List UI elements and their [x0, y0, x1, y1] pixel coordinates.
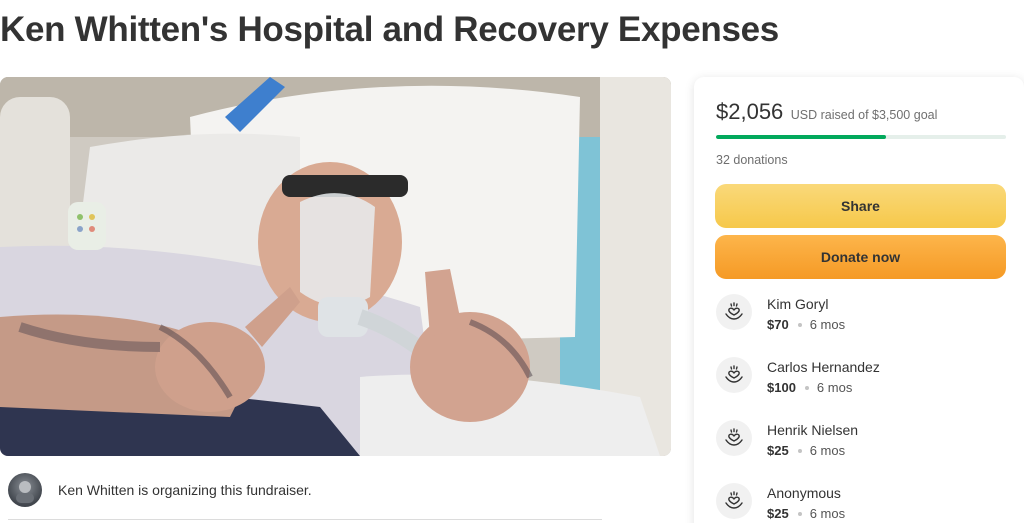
- organizer-row: Ken Whitten is organizing this fundraise…: [8, 472, 668, 508]
- raised-summary: $2,056 USD raised of $3,500 goal: [716, 99, 937, 125]
- separator-dot: [797, 448, 802, 453]
- donor-name: Kim Goryl: [767, 296, 829, 312]
- donor-item: Kim Goryl $70 6 mos: [716, 294, 1006, 338]
- donor-time: 6 mos: [816, 380, 853, 395]
- donor-item: Carlos Hernandez $100 6 mos: [716, 357, 1006, 401]
- donor-time: 6 mos: [809, 443, 846, 458]
- donor-item: Henrik Nielsen $25 6 mos: [716, 420, 1006, 464]
- donor-amount: $25: [767, 443, 789, 458]
- donor-amount: $100: [767, 380, 796, 395]
- donor-item: Anonymous $25 6 mos: [716, 483, 1006, 523]
- heart-hands-icon: [716, 294, 752, 330]
- donations-count: 32 donations: [716, 153, 788, 167]
- donor-time: 6 mos: [809, 317, 846, 332]
- separator-dot: [804, 385, 809, 390]
- heart-hands-icon: [716, 483, 752, 519]
- page-title: Ken Whitten's Hospital and Recovery Expe…: [0, 10, 779, 49]
- heart-hands-icon: [716, 357, 752, 393]
- donate-now-button[interactable]: Donate now: [715, 235, 1006, 279]
- donor-name: Carlos Hernandez: [767, 359, 880, 375]
- donor-amount: $25: [767, 506, 789, 521]
- donation-card: $2,056 USD raised of $3,500 goal 32 dona…: [694, 77, 1024, 523]
- donor-amount: $70: [767, 317, 789, 332]
- donor-time: 6 mos: [809, 506, 846, 521]
- organizer-text: Ken Whitten is organizing this fundraise…: [58, 482, 312, 498]
- donor-name: Henrik Nielsen: [767, 422, 859, 438]
- heart-hands-icon: [716, 420, 752, 456]
- section-divider: [8, 519, 602, 520]
- hospital-photo: [0, 77, 671, 456]
- separator-dot: [797, 322, 802, 327]
- hero-image[interactable]: [0, 77, 671, 456]
- donor-name: Anonymous: [767, 485, 841, 501]
- raised-amount: $2,056: [716, 99, 784, 124]
- separator-dot: [797, 511, 802, 516]
- progress-bar-fill: [716, 135, 887, 139]
- share-button[interactable]: Share: [715, 184, 1006, 228]
- raised-goal-text: USD raised of $3,500 goal: [790, 108, 938, 122]
- organizer-avatar[interactable]: [8, 473, 42, 507]
- progress-bar: [716, 135, 1006, 139]
